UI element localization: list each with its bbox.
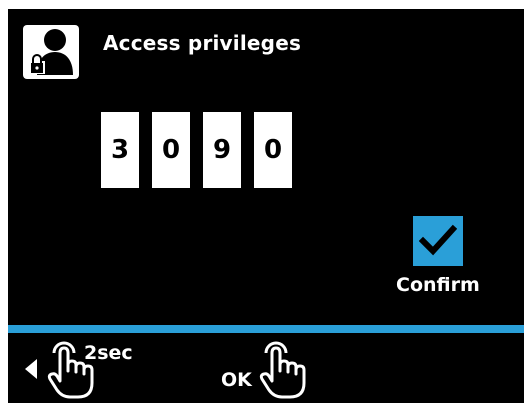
user-lock-icon [23,25,79,79]
page-title: Access privileges [103,31,302,55]
ok-label: OK [221,369,252,391]
hold-duration-label: 2sec [84,342,133,364]
footer-divider [8,325,524,333]
device-screen: Access privileges 3 0 9 0 Confirm 2sec O… [8,9,524,403]
touch-hand-icon[interactable] [258,341,306,401]
pin-digit-2[interactable]: 0 [152,112,190,188]
checkmark-icon [419,224,457,256]
confirm-checkbox[interactable] [413,216,463,266]
pin-digit-4[interactable]: 0 [254,112,292,188]
left-arrow-icon[interactable] [25,359,37,379]
pin-digit-3[interactable]: 9 [203,112,241,188]
pin-digit-1[interactable]: 3 [101,112,139,188]
pin-code-input[interactable]: 3 0 9 0 [101,112,292,188]
confirm-label: Confirm [396,274,480,296]
